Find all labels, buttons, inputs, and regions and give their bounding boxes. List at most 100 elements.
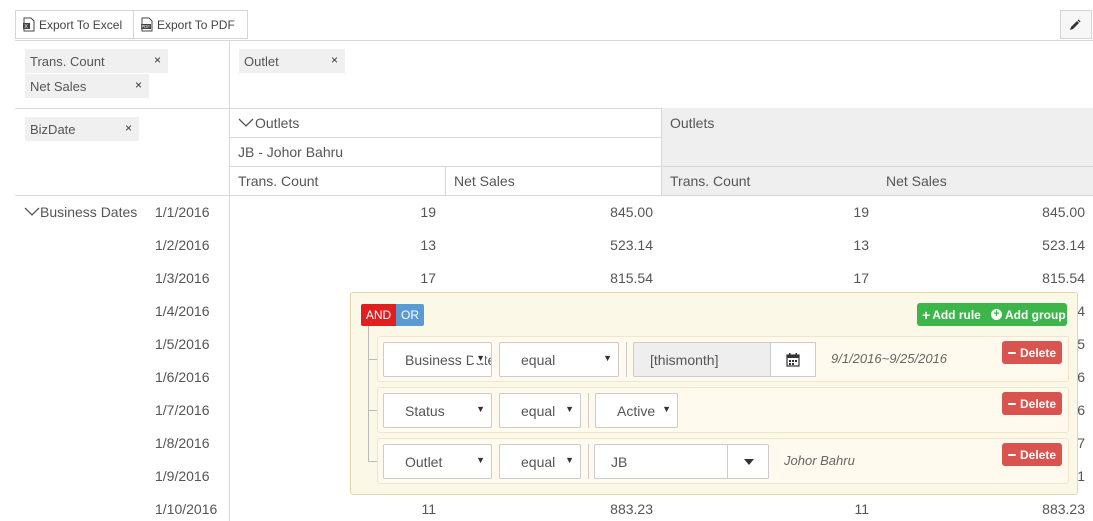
cell-total-net-sales: 7 — [1077, 435, 1085, 451]
value-field-chip[interactable]: Net Sales × — [25, 74, 149, 98]
row-group-header[interactable]: Business Dates — [40, 204, 137, 220]
export-excel-button[interactable]: X Export To Excel — [15, 10, 134, 39]
rule-value-text: [thismonth] — [650, 351, 719, 368]
cell-net-sales: 845.00 — [610, 204, 653, 220]
cell-total-trans-count: 17 — [853, 270, 869, 286]
row-date: 1/9/2016 — [155, 468, 210, 484]
and-toggle-button[interactable]: AND — [361, 304, 396, 326]
pdf-file-icon: PDF — [141, 17, 153, 32]
delete-rule-button[interactable]: Delete — [1002, 392, 1062, 415]
row-date: 1/3/2016 — [155, 270, 210, 286]
row-date: 1/5/2016 — [155, 336, 210, 352]
row-date: 1/4/2016 — [155, 303, 210, 319]
delete-rule-button[interactable]: Delete — [1002, 443, 1062, 466]
cell-total-net-sales: 523.14 — [1042, 237, 1085, 253]
or-toggle-button[interactable]: OR — [396, 304, 424, 326]
rule-value-select[interactable]: Active ▼ — [595, 393, 678, 428]
rule-operator-select[interactable]: equal ▼ — [499, 444, 581, 479]
rule-operator-value: equal — [521, 402, 556, 419]
filter-query-builder: AND OR + Add rule + Add group Business D… — [350, 292, 1078, 495]
caret-down-icon — [743, 458, 754, 465]
row-field-chip[interactable]: BizDate × — [25, 117, 139, 141]
remove-field-icon[interactable]: × — [154, 53, 161, 67]
remove-field-icon[interactable]: × — [331, 53, 338, 67]
svg-text:PDF: PDF — [142, 24, 151, 29]
export-excel-label: Export To Excel — [39, 17, 123, 32]
cell-net-sales: 883.23 — [610, 501, 653, 517]
rule-field-select[interactable]: Outlet ▼ — [383, 444, 492, 479]
row-date: 1/6/2016 — [155, 369, 210, 385]
rule-operator-select[interactable]: equal ▼ — [499, 342, 619, 377]
delete-rule-button[interactable]: Delete — [1002, 341, 1062, 364]
minus-icon — [1007, 351, 1016, 354]
rule-divider — [588, 444, 589, 479]
dropdown-arrow-icon: ▼ — [565, 404, 574, 414]
header-body-divider — [15, 195, 1093, 196]
cell-trans-count: 19 — [420, 204, 436, 220]
tree-line — [368, 326, 369, 462]
outlets-column-header[interactable]: Outlets — [255, 115, 299, 131]
outlets-header-divider — [229, 137, 661, 138]
chevron-down-icon[interactable] — [24, 207, 40, 217]
pivot-top-border — [15, 40, 1093, 41]
export-pdf-button[interactable]: PDF Export To PDF — [134, 10, 248, 39]
row-date: 1/2/2016 — [155, 237, 210, 253]
row-field-label: BizDate — [30, 121, 76, 137]
cell-total-net-sales: 883.23 — [1042, 501, 1085, 517]
rule-field-select[interactable]: Business Date ▼ — [383, 342, 492, 377]
cell-net-sales: 523.14 — [610, 237, 653, 253]
cell-total-net-sales: 1 — [1077, 468, 1085, 484]
dropdown-arrow-icon: ▼ — [473, 353, 485, 363]
rule-value-text: JB — [611, 453, 628, 470]
column-field-label: Outlet — [244, 53, 279, 69]
cell-total-trans-count: 13 — [853, 237, 869, 253]
value-field-label: Trans. Count — [30, 53, 105, 69]
cell-total-net-sales: 4 — [1077, 303, 1085, 319]
cell-total-net-sales: 6 — [1077, 402, 1085, 418]
rule-field-select[interactable]: Status ▼ — [383, 393, 492, 428]
chevron-down-icon[interactable] — [238, 118, 254, 128]
excel-file-icon: X — [23, 17, 35, 32]
filter-rule: Business Date ▼ equal ▼ [thismonth] 9/1/… — [377, 336, 1069, 382]
rule-value-hint: Johor Bahru — [784, 453, 855, 468]
row-date: 1/10/2016 — [155, 501, 218, 517]
measure-header-trans-count: Trans. Count — [238, 173, 319, 189]
minus-icon — [1007, 453, 1016, 456]
add-rule-button[interactable]: + Add rule — [922, 303, 981, 326]
cell-total-net-sales: 815.54 — [1042, 270, 1085, 286]
column-field-chip[interactable]: Outlet × — [239, 49, 345, 73]
total-outlets-header-cell — [662, 108, 1093, 166]
dropdown-arrow-icon: ▼ — [603, 353, 612, 363]
row-date: 1/8/2016 — [155, 435, 210, 451]
combobox-toggle-button[interactable] — [727, 444, 769, 479]
measure-header-net-sales: Net Sales — [454, 173, 515, 189]
add-group-button[interactable]: + Add group — [991, 303, 1066, 326]
export-pdf-label: Export To PDF — [157, 17, 235, 32]
filter-rule: Outlet ▼ equal ▼ JB Johor Bahru Delete — [377, 438, 1069, 484]
remove-field-icon[interactable]: × — [125, 121, 132, 135]
remove-field-icon[interactable]: × — [135, 78, 142, 92]
total-header-trans-count: Trans. Count — [670, 173, 751, 189]
calendar-button[interactable] — [770, 342, 816, 377]
edit-button[interactable] — [1060, 10, 1092, 39]
rule-value-text: Active — [617, 402, 656, 419]
svg-text:X: X — [24, 24, 28, 30]
cell-net-sales: 815.54 — [610, 270, 653, 286]
delete-label: Delete — [1019, 345, 1057, 360]
measure-divider-1 — [445, 166, 446, 196]
plus-icon: + — [922, 306, 931, 323]
cell-total-net-sales: 845.00 — [1042, 204, 1085, 220]
rule-field-value: Status — [405, 402, 445, 419]
add-rule-label: Add rule — [932, 307, 981, 322]
rule-operator-select[interactable]: equal ▼ — [499, 393, 581, 428]
dropdown-arrow-icon: ▼ — [565, 455, 574, 465]
cell-total-net-sales: 6 — [1077, 369, 1085, 385]
rule-operator-value: equal — [521, 351, 556, 368]
rule-field-value: Outlet — [405, 453, 443, 470]
cell-trans-count: 13 — [420, 237, 436, 253]
value-field-chip[interactable]: Trans. Count × — [25, 49, 168, 73]
cell-total-trans-count: 11 — [854, 501, 869, 517]
rule-divider — [626, 342, 627, 377]
dropdown-arrow-icon: ▼ — [662, 404, 671, 414]
minus-icon — [1007, 402, 1016, 405]
